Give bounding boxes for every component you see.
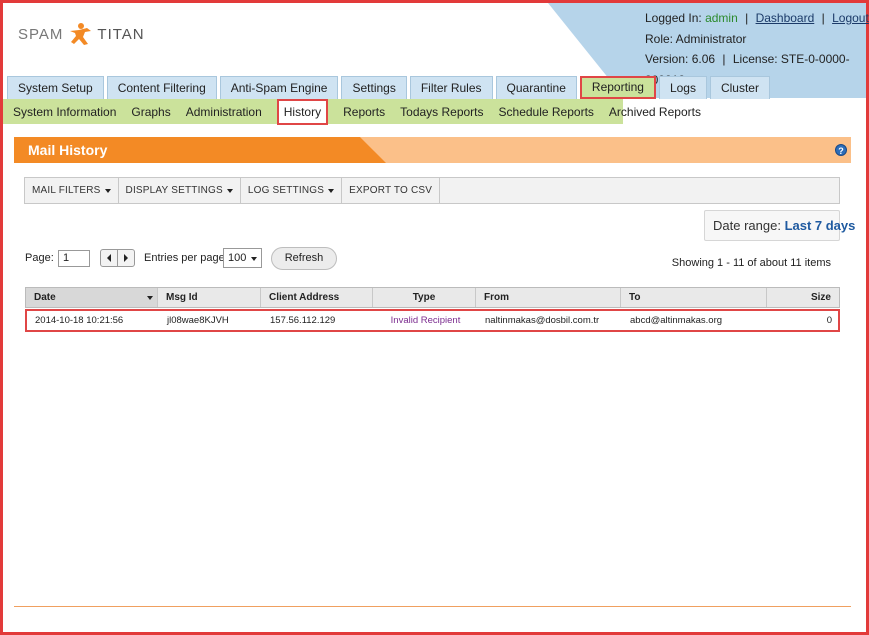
page-number-input[interactable]: 1 [58, 250, 90, 267]
export-csv-button[interactable]: EXPORT TO CSV [342, 178, 441, 203]
spamtitan-logo: SPAM TITAN [18, 22, 145, 46]
subtab-archived-reports[interactable]: Archived Reports [609, 105, 701, 119]
subtab-graphs[interactable]: Graphs [131, 105, 170, 119]
entries-per-page-label: Entries per page: [144, 252, 228, 264]
arrow-right-icon [124, 254, 128, 262]
column-header-date[interactable]: Date [26, 288, 158, 307]
next-page-button[interactable] [117, 250, 134, 266]
mail-filters-menu[interactable]: MAIL FILTERS [25, 178, 119, 203]
results-count: Showing 1 - 11 of about 11 items [671, 257, 831, 269]
display-settings-label: DISPLAY SETTINGS [125, 185, 223, 196]
arrow-left-icon [107, 254, 111, 262]
entries-per-page-value: 100 [228, 252, 247, 264]
mail-filters-label: MAIL FILTERS [32, 185, 101, 196]
logout-link[interactable]: Logout [832, 11, 869, 25]
page-navigation [100, 249, 135, 267]
date-range-selector[interactable]: Date range: Last 7 days [704, 210, 855, 241]
username: admin [705, 11, 738, 25]
user-login-line: Logged In: admin | Dashboard | Logout [645, 8, 869, 29]
caret-down-icon [328, 188, 335, 193]
role-line: Role: Administrator [645, 31, 747, 46]
caret-down-icon [226, 188, 233, 193]
tab-logs[interactable]: Logs [658, 76, 707, 99]
subtab-history[interactable]: History [276, 98, 329, 125]
column-header-size[interactable]: Size [767, 288, 839, 307]
cell-to: abcd@altinmakas.org [630, 315, 723, 326]
subtab-reports[interactable]: Reports [343, 105, 385, 119]
tab-anti-spam-engine[interactable]: Anti-Spam Engine [219, 76, 339, 99]
entries-per-page-select[interactable]: 100 [223, 248, 262, 268]
sort-desc-icon [147, 296, 153, 300]
tab-filter-rules[interactable]: Filter Rules [409, 76, 493, 99]
cell-type: Invalid Recipient [390, 315, 461, 326]
cell-date: 2014-10-18 10:21:56 [35, 315, 124, 326]
tab-system-setup[interactable]: System Setup [7, 76, 104, 99]
tab-content-filtering[interactable]: Content Filtering [106, 76, 217, 99]
log-settings-menu[interactable]: LOG SETTINGS [241, 178, 343, 203]
logo-word-spam: SPAM [18, 25, 64, 43]
dashboard-link[interactable]: Dashboard [756, 11, 815, 25]
table-header: Date Msg Id Client Address Type From To … [25, 287, 840, 308]
column-header-type[interactable]: Type [373, 288, 476, 307]
tab-reporting[interactable]: Reporting [579, 76, 656, 99]
display-settings-menu[interactable]: DISPLAY SETTINGS [119, 178, 241, 203]
page-label: Page: [25, 252, 54, 264]
main-tabs: System Setup Content Filtering Anti-Spam… [7, 76, 770, 99]
tab-quarantine[interactable]: Quarantine [495, 76, 577, 99]
mail-history-table: Date Msg Id Client Address Type From To … [25, 287, 840, 332]
log-settings-label: LOG SETTINGS [247, 185, 325, 196]
caret-down-icon [251, 257, 257, 261]
refresh-button[interactable]: Refresh [271, 247, 337, 270]
separator: | [821, 11, 825, 25]
export-csv-label: EXPORT TO CSV [349, 185, 433, 196]
logged-in-label: Logged In: [645, 11, 702, 25]
subtab-administration[interactable]: Administration [186, 105, 262, 119]
separator: | [722, 52, 726, 66]
filter-toolbar: MAIL FILTERS DISPLAY SETTINGS LOG SETTIN… [24, 177, 840, 204]
prev-page-button[interactable] [101, 250, 117, 266]
column-header-msg-id[interactable]: Msg Id [158, 288, 261, 307]
subtab-schedule-reports[interactable]: Schedule Reports [499, 105, 594, 119]
help-icon[interactable]: ? [835, 144, 847, 156]
column-header-label: Date [34, 292, 56, 303]
section-header-bar: Mail History ? [14, 137, 851, 163]
sub-tabs: System Information Graphs Administration… [3, 98, 701, 125]
date-range-label: Date range: [713, 218, 781, 233]
titan-figure-icon [70, 23, 92, 45]
tab-cluster[interactable]: Cluster [709, 76, 770, 99]
tab-settings[interactable]: Settings [341, 76, 407, 99]
column-header-client-address[interactable]: Client Address [261, 288, 373, 307]
column-header-from[interactable]: From [476, 288, 621, 307]
subtab-todays-reports[interactable]: Todays Reports [400, 105, 483, 119]
separator: | [745, 11, 749, 25]
date-range-value: Last 7 days [784, 218, 856, 233]
subtab-system-information[interactable]: System Information [13, 105, 116, 119]
cell-client-address: 157.56.112.129 [270, 315, 336, 326]
cell-from: naltinmakas@dosbil.com.tr [485, 315, 600, 326]
table-row[interactable]: 2014-10-18 10:21:56 jl08wae8KJVH 157.56.… [25, 309, 840, 332]
caret-down-icon [104, 188, 111, 193]
content-bottom-divider [14, 606, 851, 607]
cell-msg-id: jl08wae8KJVH [167, 315, 229, 326]
page-title: Mail History [14, 137, 386, 163]
column-header-to[interactable]: To [621, 288, 767, 307]
cell-size: 0 [826, 315, 832, 326]
version-label: Version: 6.06 [645, 52, 716, 66]
logo-word-titan: TITAN [97, 25, 145, 43]
